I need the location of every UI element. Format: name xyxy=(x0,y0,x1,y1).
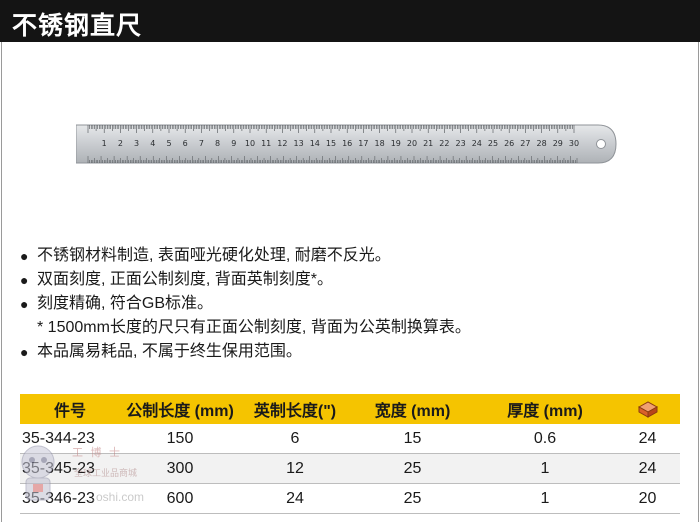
ruler-scale-label: 30 xyxy=(569,139,579,148)
cell-part-number: 35-346-23 xyxy=(20,483,120,514)
feature-text: 刻度精确, 符合GB标准。 xyxy=(37,295,214,312)
ruler-scale-label: 12 xyxy=(277,139,287,148)
col-header-metric-length: 公制长度 (mm) xyxy=(120,394,240,424)
ruler-scale-label: 9 xyxy=(231,139,236,148)
bullet-icon: ● xyxy=(20,272,29,288)
feature-item: ● 不锈钢材料制造, 表面哑光硬化处理, 耐磨不反光。 xyxy=(20,244,680,268)
cell-package-qty: 24 xyxy=(615,424,680,454)
cell-width: 25 xyxy=(350,453,475,484)
cell-package-qty: 24 xyxy=(615,453,680,484)
feature-item: ● 双面刻度, 正面公制刻度, 背面英制刻度*。 xyxy=(20,268,680,292)
cell-thickness: 1 xyxy=(475,453,615,484)
cell-thickness: 0.6 xyxy=(475,424,615,454)
cell-metric-length: 150 xyxy=(120,424,240,454)
ruler-scale-label: 26 xyxy=(504,139,514,148)
feature-text: 本品属易耗品, 不属于终生保用范围。 xyxy=(37,343,302,360)
cell-imperial-length: 12 xyxy=(240,453,350,484)
ruler-scale-label: 19 xyxy=(391,139,401,148)
cell-width: 25 xyxy=(350,483,475,514)
ruler-scale-label: 6 xyxy=(183,139,188,148)
cell-imperial-length: 6 xyxy=(240,424,350,454)
table-row: 35-344-23 150 6 15 0.6 24 xyxy=(20,424,680,454)
cell-metric-length: 600 xyxy=(120,483,240,514)
ruler-scale-label: 10 xyxy=(245,139,255,148)
ruler-scale-label: 28 xyxy=(537,139,547,148)
table-row: 35-346-23 600 24 25 1 20 xyxy=(20,483,680,514)
bullet-icon: ● xyxy=(20,296,29,312)
ruler-scale-label: 23 xyxy=(456,139,466,148)
cell-part-number: 35-345-23 xyxy=(20,453,120,484)
ruler-hanging-hole xyxy=(596,139,606,149)
feature-item: ● 本品属易耗品, 不属于终生保用范围。 xyxy=(20,340,680,364)
ruler-scale-label: 21 xyxy=(423,139,433,148)
feature-text: 双面刻度, 正面公制刻度, 背面英制刻度*。 xyxy=(37,271,334,288)
ruler-scale-label: 24 xyxy=(472,139,482,148)
cell-part-number: 35-344-23 xyxy=(20,424,120,454)
bullet-icon: ● xyxy=(20,248,29,264)
ruler-scale-label: 4 xyxy=(150,139,155,148)
steel-ruler-illustration: 1 2 3 4 5 6 7 8 9 10 11 12 13 14 15 16 17 18 19 20 21 22 23 24 2… xyxy=(75,124,617,164)
cell-package-qty: 20 xyxy=(615,483,680,514)
ruler-scale-label: 13 xyxy=(294,139,304,148)
col-header-imperial-length: 英制长度(") xyxy=(240,394,350,424)
feature-item: ● 刻度精确, 符合GB标准。 xyxy=(20,292,680,316)
ruler-scale-label: 29 xyxy=(553,139,563,148)
col-header-package xyxy=(615,394,680,424)
ruler-scale-label: 16 xyxy=(342,139,352,148)
ruler-scale-label: 5 xyxy=(166,139,171,148)
ruler-scale-label: 11 xyxy=(261,139,271,148)
ruler-scale-label: 2 xyxy=(118,139,123,148)
bullet-icon: ● xyxy=(20,344,29,360)
package-box-icon xyxy=(637,401,658,418)
ruler-scale-label: 20 xyxy=(407,139,417,148)
feature-text: 不锈钢材料制造, 表面哑光硬化处理, 耐磨不反光。 xyxy=(37,247,391,264)
ruler-scale-label: 15 xyxy=(326,139,336,148)
ruler-scale-label: 14 xyxy=(310,139,320,148)
col-header-part-number: 件号 xyxy=(20,394,120,424)
ruler-scale-label: 1 xyxy=(102,139,107,148)
cell-metric-length: 300 xyxy=(120,453,240,484)
spec-table: 件号 公制长度 (mm) 英制长度(") 宽度 (mm) 厚度 (mm) 35-… xyxy=(20,394,680,514)
feature-list: ● 不锈钢材料制造, 表面哑光硬化处理, 耐磨不反光。 ● 双面刻度, 正面公制… xyxy=(20,244,680,364)
table-header-row: 件号 公制长度 (mm) 英制长度(") 宽度 (mm) 厚度 (mm) xyxy=(20,394,680,424)
ruler-scale-label: 22 xyxy=(439,139,449,148)
cell-width: 15 xyxy=(350,424,475,454)
col-header-width: 宽度 (mm) xyxy=(350,394,475,424)
header-bar: 不锈钢直尺 xyxy=(0,0,700,42)
cell-thickness: 1 xyxy=(475,483,615,514)
page-title: 不锈钢直尺 xyxy=(12,12,143,40)
cell-imperial-length: 24 xyxy=(240,483,350,514)
ruler-scale-label: 17 xyxy=(358,139,368,148)
ruler-scale-label: 18 xyxy=(375,139,385,148)
ruler-scale-label: 7 xyxy=(199,139,204,148)
ruler-scale-label: 3 xyxy=(134,139,139,148)
col-header-thickness: 厚度 (mm) xyxy=(475,394,615,424)
ruler-scale-label: 8 xyxy=(215,139,220,148)
ruler-scale-label: 27 xyxy=(520,139,530,148)
ruler-scale-label: 25 xyxy=(488,139,498,148)
table-row: 35-345-23 300 12 25 1 24 xyxy=(20,453,680,484)
footnote-text: * 1500mm长度的尺只有正面公制刻度, 背面为公英制换算表。 xyxy=(37,319,471,336)
ruler-image: 1 2 3 4 5 6 7 8 9 10 11 12 13 14 15 16 17 18 19 20 21 22 23 24 2… xyxy=(75,123,620,170)
footnote: * 1500mm长度的尺只有正面公制刻度, 背面为公英制换算表。 xyxy=(20,316,680,340)
